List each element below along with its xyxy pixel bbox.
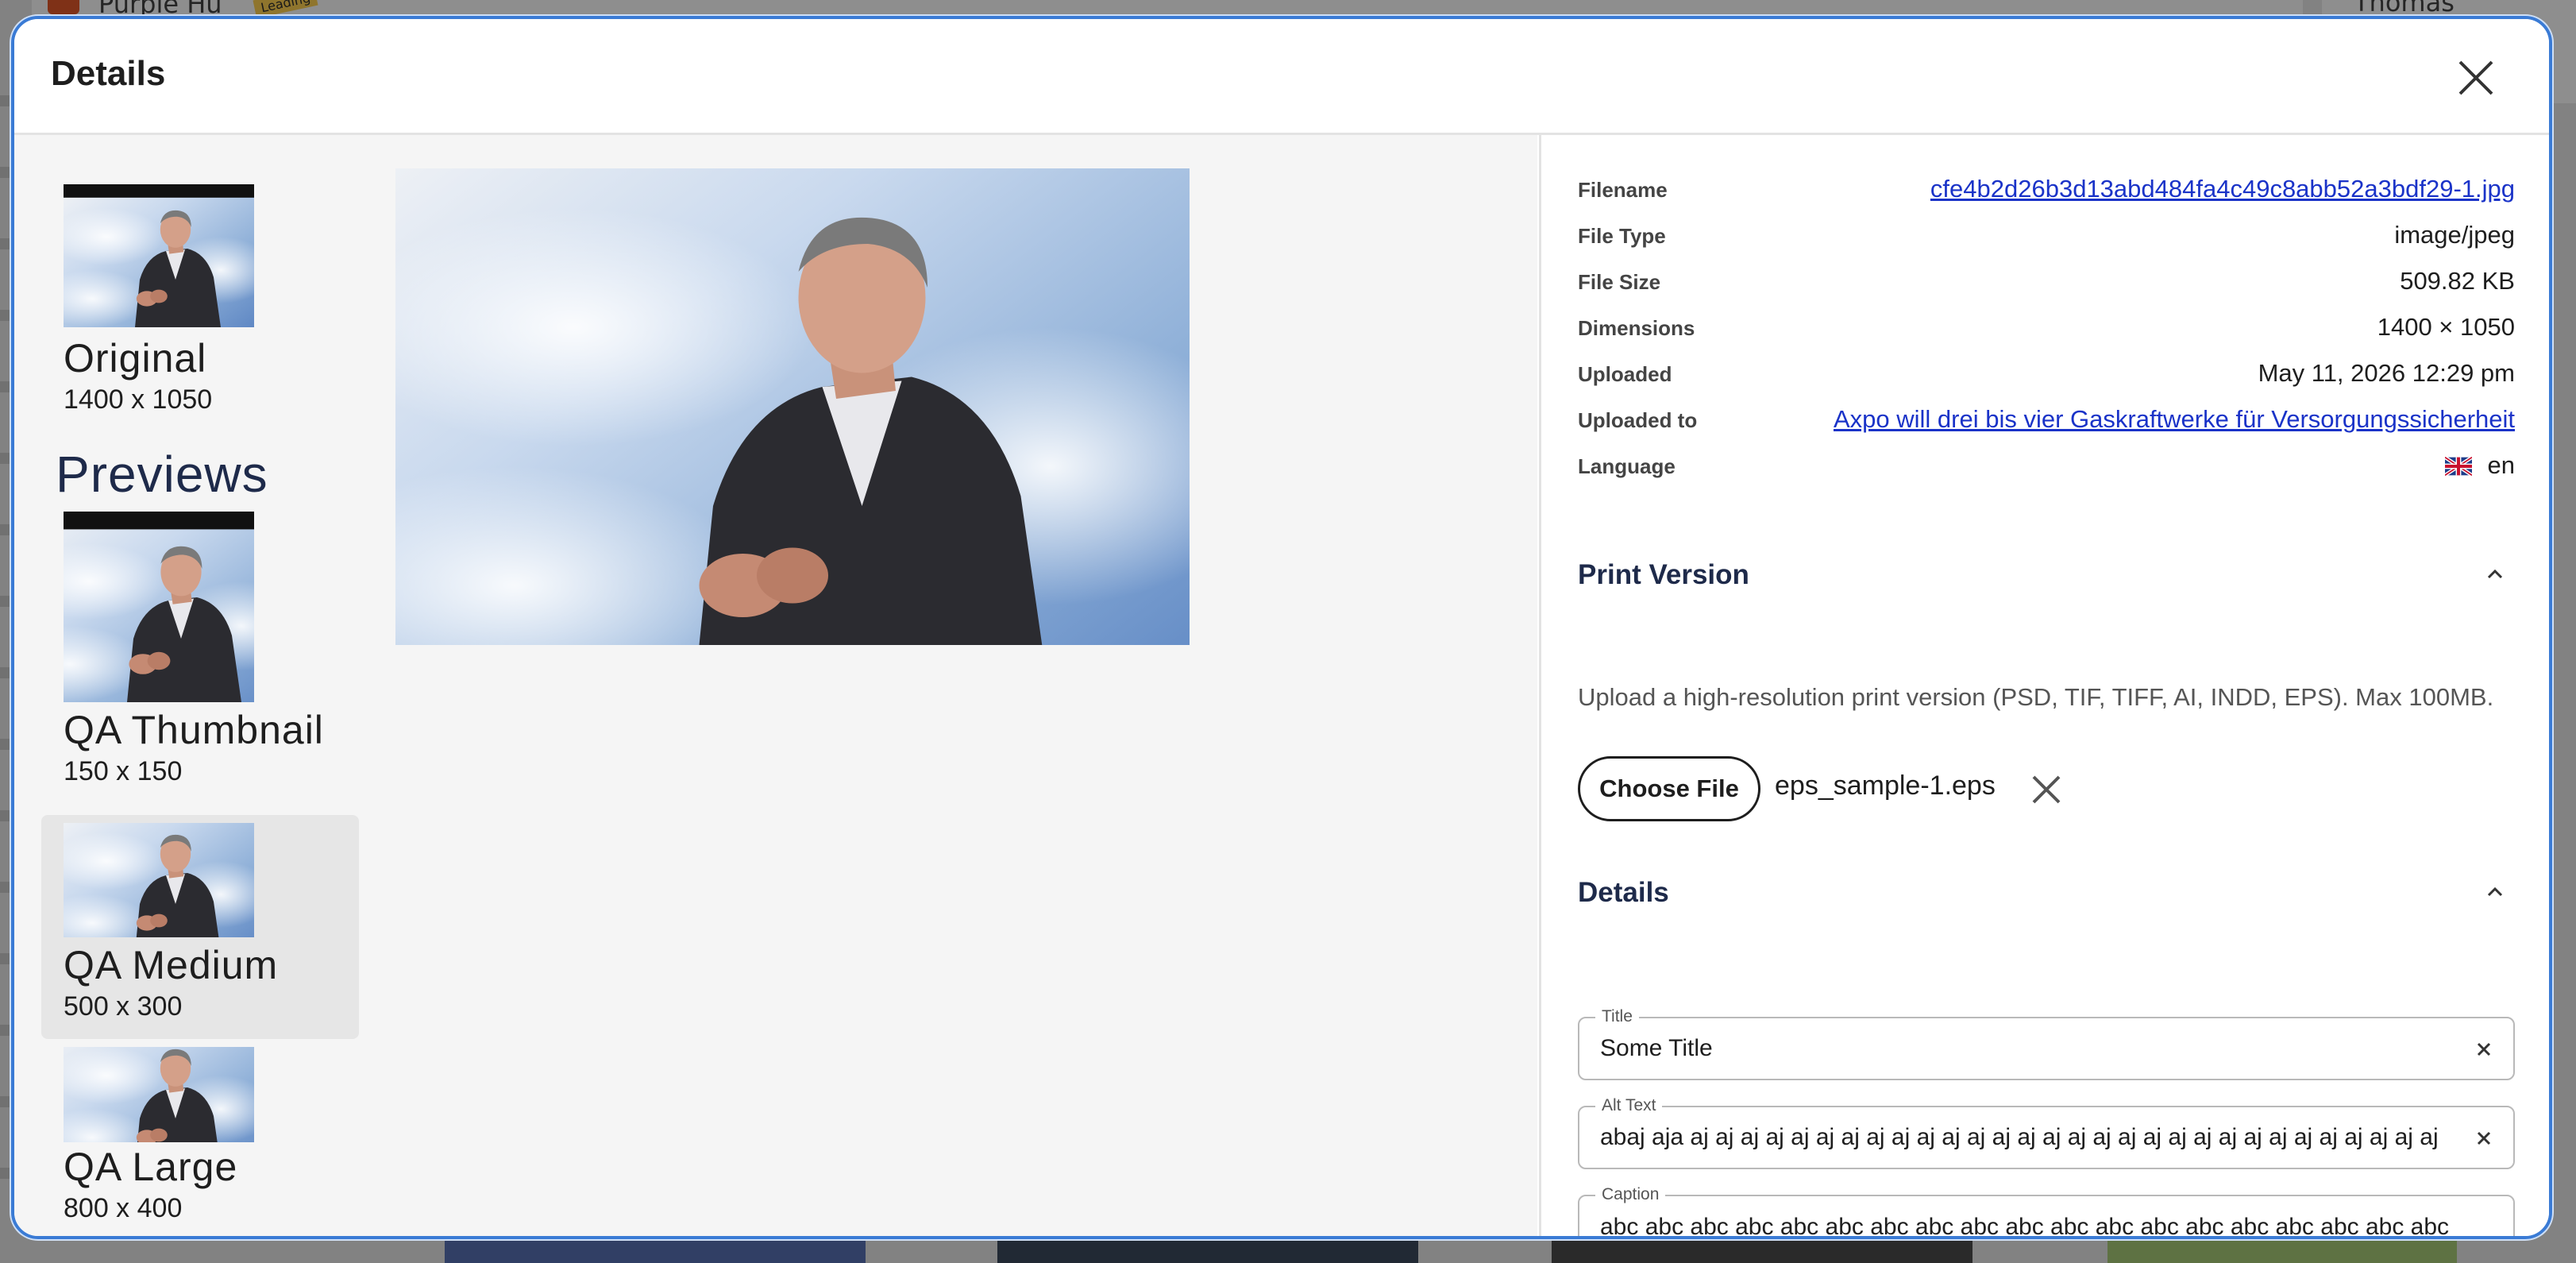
- meta-label: File Type: [1578, 224, 1666, 248]
- meta-row-filesize: File Size 509.82 KB: [1578, 262, 2515, 308]
- meta-row-language: Language en: [1578, 446, 2515, 492]
- meta-label: Filename: [1578, 178, 1668, 202]
- meta-value: 1400 × 1050: [2377, 313, 2515, 341]
- alt-text-field: Alt Text: [1578, 1096, 2515, 1169]
- qa-thumbnail-image: [64, 512, 254, 702]
- language-code: en: [2487, 451, 2515, 479]
- meta-label: Language: [1578, 454, 1676, 478]
- size-name: QA Medium: [64, 943, 279, 987]
- close-icon: [2032, 775, 2061, 804]
- size-dims: 500 x 300: [64, 991, 183, 1022]
- caption-field-label: Caption: [1595, 1185, 1666, 1204]
- original-thumbnail: [64, 184, 254, 327]
- uk-flag-icon: [2444, 457, 2472, 476]
- size-dims: 1400 x 1050: [64, 384, 213, 415]
- meta-value: May 11, 2026 12:29 pm: [2258, 359, 2515, 387]
- caption-field: Caption abc abc abc abc abc abc abc abc …: [1578, 1185, 2515, 1236]
- size-name: QA Thumbnail: [64, 708, 324, 752]
- uploaded-to-link[interactable]: Axpo will drei bis vier Gaskraftwerke fü…: [1834, 405, 2515, 433]
- meta-row-dimensions: Dimensions 1400 × 1050: [1578, 308, 2515, 354]
- meta-label: Uploaded: [1578, 362, 1672, 386]
- alt-text-field-label: Alt Text: [1595, 1096, 1663, 1115]
- qa-large-image: [64, 1047, 254, 1142]
- meta-label: Dimensions: [1578, 316, 1695, 340]
- title-input[interactable]: [1600, 1033, 2442, 1064]
- qa-medium-image: [64, 823, 254, 937]
- image-sizes-pane: Original 1400 x 1050 Previews QA Thumbna…: [14, 135, 1537, 1236]
- title-field: Title: [1578, 1007, 2515, 1080]
- size-item-qa-large[interactable]: QA Large 800 x 400: [41, 1041, 359, 1236]
- chevron-up-icon: [2487, 886, 2503, 897]
- details-pane: Filename cfe4b2d26b3d13abd484fa4c49c8abb…: [1539, 135, 2549, 1236]
- caption-textarea[interactable]: abc abc abc abc abc abc abc abc abc abc …: [1600, 1211, 2466, 1236]
- chevron-up-icon: [2487, 569, 2503, 579]
- print-version-description: Upload a high-resolution print version (…: [1578, 683, 2494, 711]
- main-image-preview: [395, 168, 1190, 645]
- choose-file-button[interactable]: Choose File: [1578, 756, 1760, 821]
- print-version-toggle[interactable]: Print Version: [1578, 551, 2515, 599]
- close-button[interactable]: [2451, 52, 2501, 103]
- meta-value: 509.82 KB: [2400, 267, 2515, 295]
- modal-header: Details: [14, 19, 2549, 135]
- filename-link[interactable]: cfe4b2d26b3d13abd484fa4c49c8abb52a3bdf29…: [1930, 175, 2515, 203]
- title-field-label: Title: [1595, 1007, 1639, 1026]
- meta-row-uploaded-to: Uploaded to Axpo will drei bis vier Gask…: [1578, 400, 2515, 446]
- size-item-qa-thumbnail[interactable]: QA Thumbnail 150 x 150: [41, 508, 359, 786]
- alt-text-input[interactable]: [1600, 1122, 2442, 1153]
- clear-icon[interactable]: [2474, 1128, 2494, 1149]
- meta-row-filetype: File Type image/jpeg: [1578, 216, 2515, 262]
- meta-label: Uploaded to: [1578, 408, 1698, 432]
- selected-file-name: eps_sample-1.eps: [1775, 771, 1996, 801]
- meta-value: image/jpeg: [2394, 221, 2515, 249]
- print-version-title: Print Version: [1578, 559, 1749, 590]
- size-name: Original: [64, 336, 207, 380]
- size-item-qa-medium[interactable]: QA Medium 500 x 300: [41, 815, 359, 1039]
- uploaded-to-link-wrap: Axpo will drei bis vier Gaskraftwerke fü…: [1834, 405, 2515, 434]
- size-dims: 150 x 150: [64, 756, 183, 786]
- clear-icon[interactable]: [2474, 1039, 2494, 1060]
- meta-label: File Size: [1578, 270, 1661, 294]
- size-item-original[interactable]: Original 1400 x 1050: [41, 168, 359, 415]
- modal-title: Details: [51, 54, 166, 93]
- details-modal: Details Original 1400 x 1050 Previews QA…: [11, 16, 2552, 1239]
- close-icon: [2458, 60, 2493, 95]
- size-name: QA Large: [64, 1145, 238, 1189]
- language-value-wrap: en: [2444, 451, 2515, 480]
- meta-row-uploaded: Uploaded May 11, 2026 12:29 pm: [1578, 354, 2515, 400]
- previews-heading: Previews: [56, 446, 268, 503]
- remove-file-button[interactable]: [2027, 771, 2065, 809]
- meta-row-filename: Filename cfe4b2d26b3d13abd484fa4c49c8abb…: [1578, 170, 2515, 216]
- details-section-title: Details: [1578, 877, 1669, 908]
- file-metadata: Filename cfe4b2d26b3d13abd484fa4c49c8abb…: [1578, 170, 2515, 492]
- details-section-toggle[interactable]: Details: [1578, 869, 2515, 917]
- filename-link-wrap: cfe4b2d26b3d13abd484fa4c49c8abb52a3bdf29…: [1930, 175, 2515, 203]
- size-dims: 800 x 400: [64, 1193, 183, 1223]
